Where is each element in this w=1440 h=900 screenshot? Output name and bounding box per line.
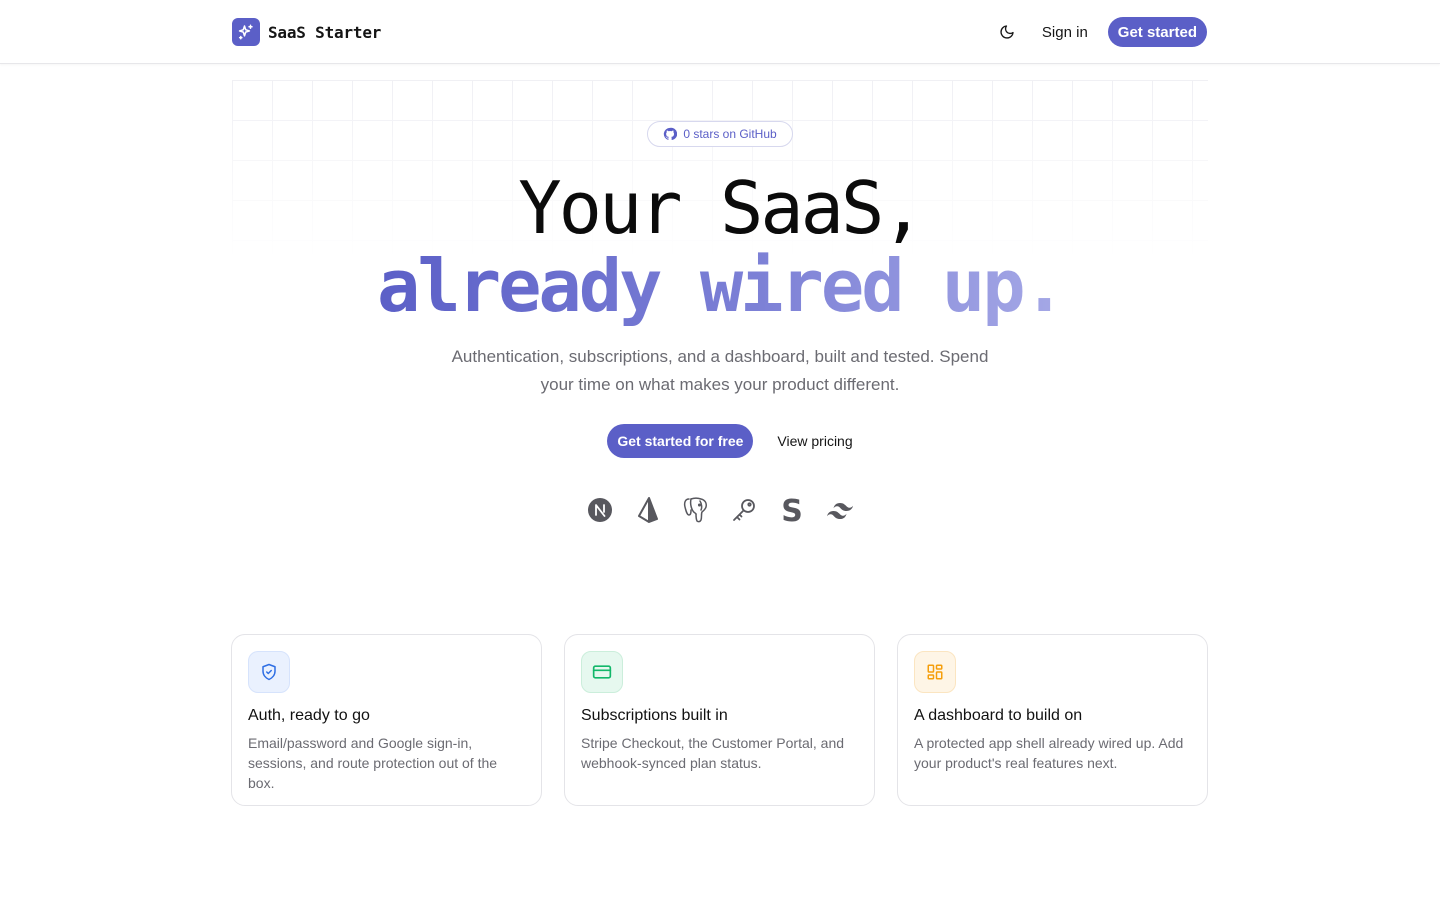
hero-subtitle: Authentication, subscriptions, and a das… (451, 347, 989, 394)
github-stars-text: 0 stars on GitHub (683, 127, 777, 141)
shield-check-icon (248, 651, 290, 693)
stripe-icon: S (779, 495, 805, 525)
feature-card-auth: Auth, ready to go Email/password and Goo… (231, 634, 542, 806)
auth-key-icon (731, 495, 757, 525)
feature-title: Subscriptions built in (581, 707, 728, 724)
hero-title-line1: Your SaaS, (518, 166, 924, 250)
svg-text:S: S (781, 496, 803, 524)
feature-description: Email/password and Google sign-in, sessi… (248, 735, 498, 791)
sparkles-icon (232, 18, 260, 46)
prisma-icon (635, 495, 661, 525)
feature-card-dashboard: A dashboard to build on A protected app … (897, 634, 1208, 806)
hero-title-line2: already wired up. (0, 244, 1440, 328)
get-started-button[interactable]: Get started (1107, 17, 1207, 47)
get-started-free-button[interactable]: Get started for free (607, 424, 754, 458)
postgresql-icon (683, 495, 709, 525)
nextjs-icon (587, 495, 613, 525)
feature-title: Auth, ready to go (248, 707, 370, 724)
tailwind-icon (827, 495, 853, 525)
moon-icon (1000, 25, 1014, 39)
top-navbar: SaaS Starter Sign in Get started (0, 0, 1440, 64)
tech-stack-icons: S (0, 495, 1440, 525)
hero-title-gradient: already wired up. (377, 244, 1066, 328)
feature-description: A protected app shell already wired up. … (914, 735, 1184, 771)
hero-cta-row: Get started for free View pricing (0, 424, 1440, 458)
credit-card-icon (581, 651, 623, 693)
brand-link[interactable]: SaaS Starter (232, 18, 381, 46)
github-stars-badge[interactable]: 0 stars on GitHub (647, 121, 793, 147)
github-icon (664, 127, 678, 141)
sign-in-link[interactable]: Sign in (1042, 24, 1088, 41)
view-pricing-link[interactable]: View pricing (777, 433, 852, 449)
dashboard-grid-icon (914, 651, 956, 693)
theme-toggle-button[interactable] (992, 17, 1022, 47)
header-actions: Sign in Get started (992, 17, 1207, 47)
feature-description: Stripe Checkout, the Customer Portal, an… (581, 735, 845, 771)
brand-name: SaaS Starter (268, 22, 382, 42)
feature-cards: Auth, ready to go Email/password and Goo… (231, 634, 1209, 806)
feature-card-subscriptions: Subscriptions built in Stripe Checkout, … (564, 634, 875, 806)
feature-title: A dashboard to build on (914, 707, 1083, 724)
